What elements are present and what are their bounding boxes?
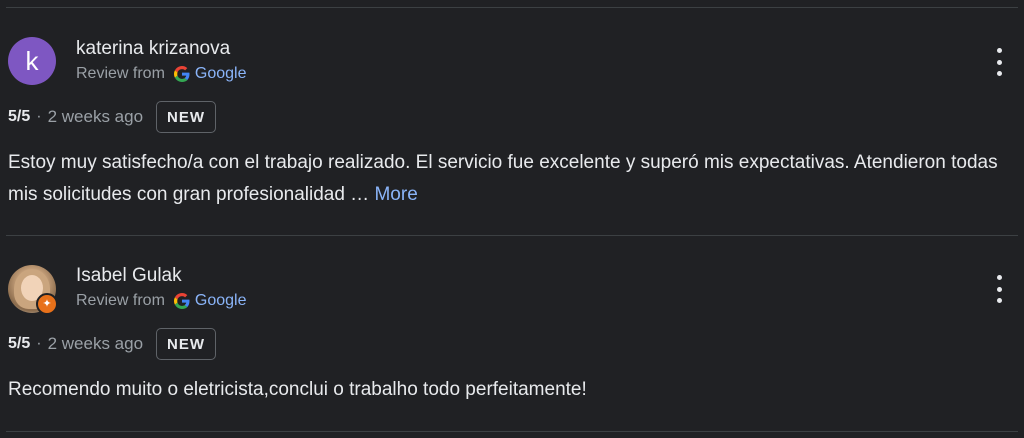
source-name: Google: [194, 292, 247, 309]
source-name: Google: [194, 65, 247, 82]
review-meta: 5/5 · 2 weeks ago NEW: [8, 328, 217, 360]
google-logo-icon: [173, 66, 190, 82]
review-source: Review from Google: [76, 65, 247, 83]
rating: 5/5: [8, 335, 31, 352]
review-body: Estoy muy satisfecho/a con el trabajo re…: [8, 152, 998, 205]
review-text: Estoy muy satisfecho/a con el trabajo re…: [8, 147, 1008, 211]
google-logo-icon: [173, 293, 190, 309]
menu-dot: [996, 59, 1002, 65]
review-body: Recomendo muito o eletricista,conclui o …: [8, 379, 587, 400]
rating: 5/5: [8, 108, 31, 125]
more-link[interactable]: More: [374, 184, 417, 205]
meta-separator: ·: [36, 108, 42, 125]
review-divider: [6, 235, 1018, 236]
menu-dot: [996, 275, 1002, 280]
more-options-icon[interactable]: [988, 48, 1010, 76]
source-prefix: Review from: [76, 292, 165, 309]
top-divider: [6, 7, 1018, 8]
review-date: 2 weeks ago: [47, 334, 144, 353]
menu-dot: [996, 48, 1002, 53]
bottom-divider: [6, 431, 1018, 432]
review-text: Recomendo muito o eletricista,conclui o …: [8, 374, 1008, 406]
menu-dot: [996, 71, 1002, 76]
menu-dot: [996, 298, 1002, 303]
more-options-icon[interactable]: [988, 275, 1010, 303]
reviewer-name[interactable]: Isabel Gulak: [76, 265, 182, 287]
meta-separator: ·: [36, 335, 42, 352]
review-source: Review from Google: [76, 292, 247, 310]
local-guide-star-icon: ✦: [36, 293, 58, 315]
new-badge: NEW: [156, 101, 217, 133]
review-date: 2 weeks ago: [47, 107, 144, 126]
menu-dot: [996, 286, 1002, 292]
avatar[interactable]: ✦: [8, 265, 58, 315]
avatar[interactable]: k: [8, 37, 56, 85]
reviewer-name[interactable]: katerina krizanova: [76, 38, 230, 60]
source-prefix: Review from: [76, 65, 165, 82]
new-badge: NEW: [156, 328, 217, 360]
review-meta: 5/5 · 2 weeks ago NEW: [8, 101, 217, 133]
